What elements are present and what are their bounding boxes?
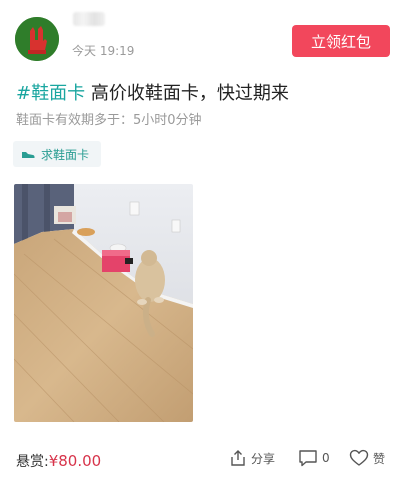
- post-time: 今天 19:19: [72, 44, 135, 58]
- sneaker-icon: [22, 152, 35, 158]
- rock-hand-icon: [15, 17, 59, 61]
- cat-photo: [14, 184, 193, 422]
- card-validity: 鞋面卡有效期多于：5小时0分钟: [16, 113, 202, 128]
- username-blurred: [73, 12, 105, 26]
- share-icon: [231, 450, 245, 466]
- topic-link[interactable]: #鞋面卡: [16, 83, 85, 104]
- tag-label: 求鞋面卡: [41, 147, 90, 162]
- bounty-amount: ¥80.00: [48, 452, 102, 470]
- like-button[interactable]: 赞: [349, 449, 385, 467]
- heart-icon: [349, 449, 369, 466]
- post-text: #鞋面卡 高价收鞋面卡，快过期来: [16, 79, 289, 105]
- bounty: 悬赏: ¥80.00: [16, 451, 101, 471]
- tag-chip[interactable]: 求鞋面卡: [13, 141, 102, 167]
- share-label: 分享: [251, 451, 276, 466]
- avatar[interactable]: [15, 17, 59, 61]
- post-card: 今天 19:19 立领红包 #鞋面卡 高价收鞋面卡，快过期来 鞋面卡有效期多于：…: [0, 0, 400, 497]
- like-label: 赞: [373, 451, 386, 466]
- bounty-label: 悬赏:: [16, 454, 49, 470]
- post-body: 高价收鞋面卡，快过期来: [85, 83, 289, 104]
- post-photo[interactable]: [14, 184, 193, 422]
- comment-button[interactable]: 0: [298, 449, 330, 467]
- comment-count: 0: [322, 451, 330, 465]
- claim-red-packet-button[interactable]: 立领红包: [292, 25, 390, 57]
- share-button[interactable]: 分享: [229, 449, 275, 467]
- comment-icon: [299, 450, 317, 467]
